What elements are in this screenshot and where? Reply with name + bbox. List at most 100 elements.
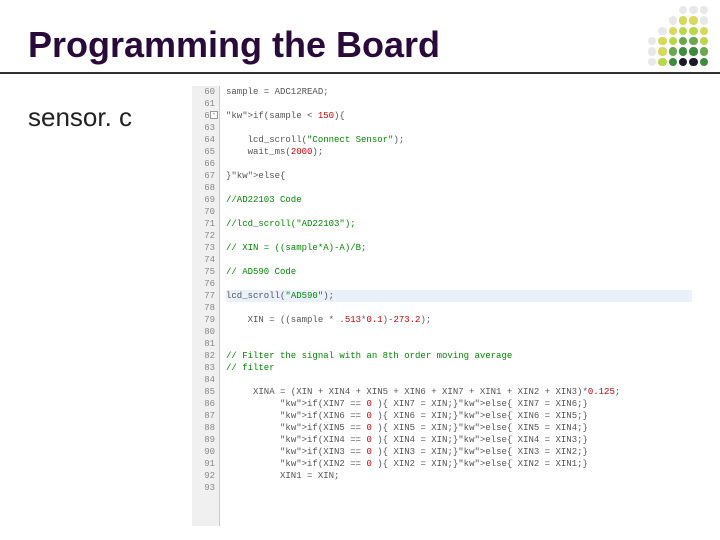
- line-number: 72: [192, 230, 215, 242]
- line-number: 66: [192, 158, 215, 170]
- code-line[interactable]: "kw">if(XIN7 == 0 ){ XIN7 = XIN;}"kw">el…: [226, 398, 692, 410]
- code-line[interactable]: [226, 158, 692, 170]
- code-line[interactable]: [226, 122, 692, 134]
- line-number: 87: [192, 410, 215, 422]
- logo-dot: [700, 6, 708, 14]
- line-number: 78: [192, 302, 215, 314]
- code-line[interactable]: XIN1 = XIN;: [226, 470, 692, 482]
- code-line[interactable]: "kw">if(XIN6 == 0 ){ XIN6 = XIN;}"kw">el…: [226, 410, 692, 422]
- code-line[interactable]: //AD22103 Code: [226, 194, 692, 206]
- code-line[interactable]: [226, 278, 692, 290]
- code-line[interactable]: }"kw">else{: [226, 170, 692, 182]
- code-line[interactable]: "kw">if(XIN4 == 0 ){ XIN4 = XIN;}"kw">el…: [226, 434, 692, 446]
- line-number: 76: [192, 278, 215, 290]
- code-editor[interactable]: 6061626364656667686970717273747576777879…: [192, 86, 692, 526]
- line-number: 71: [192, 218, 215, 230]
- code-line[interactable]: [226, 230, 692, 242]
- line-number: 80: [192, 326, 215, 338]
- code-line[interactable]: "kw">if(XIN5 == 0 ){ XIN5 = XIN;}"kw">el…: [226, 422, 692, 434]
- line-number: 86: [192, 398, 215, 410]
- logo-dot: [669, 16, 677, 24]
- code-line[interactable]: [226, 206, 692, 218]
- logo-dot: [658, 47, 666, 55]
- line-number: 85: [192, 386, 215, 398]
- line-number: 61: [192, 98, 215, 110]
- line-number: 82: [192, 350, 215, 362]
- line-number-gutter: 6061626364656667686970717273747576777879…: [192, 86, 220, 526]
- code-line[interactable]: XIN = ((sample * .513*0.1)-273.2);: [226, 314, 692, 326]
- code-line[interactable]: sample = ADC12READ;: [226, 86, 692, 98]
- logo-dot: [669, 58, 677, 66]
- code-line[interactable]: lcd_scroll("Connect Sensor");: [226, 134, 692, 146]
- logo-dot: [648, 58, 656, 66]
- line-number: 69: [192, 194, 215, 206]
- logo-dot: [669, 47, 677, 55]
- line-number: 79: [192, 314, 215, 326]
- code-line[interactable]: wait_ms(2000);: [226, 146, 692, 158]
- code-line[interactable]: "kw">if(sample < 150){: [226, 110, 692, 122]
- code-line[interactable]: "kw">if(XIN3 == 0 ){ XIN3 = XIN;}"kw">el…: [226, 446, 692, 458]
- code-line[interactable]: [226, 482, 692, 494]
- code-line[interactable]: // filter: [226, 362, 692, 374]
- line-number: 88: [192, 422, 215, 434]
- logo-dot: [658, 27, 666, 35]
- code-line[interactable]: XINA = (XIN + XIN4 + XIN5 + XIN6 + XIN7 …: [226, 386, 692, 398]
- code-line[interactable]: // XIN = ((sample*A)-A)/B;: [226, 242, 692, 254]
- slide-title: Programming the Board: [28, 24, 440, 66]
- code-line[interactable]: [226, 254, 692, 266]
- line-number: 70: [192, 206, 215, 218]
- code-line[interactable]: // Filter the signal with an 8th order m…: [226, 350, 692, 362]
- logo-dot: [679, 47, 687, 55]
- line-number: 64: [192, 134, 215, 146]
- filename-label: sensor. c: [28, 102, 132, 133]
- code-line[interactable]: //lcd_scroll("AD22103");: [226, 218, 692, 230]
- line-number: 81: [192, 338, 215, 350]
- logo-dot: [679, 37, 687, 45]
- code-area[interactable]: sample = ADC12READ;-"kw">if(sample < 150…: [220, 86, 692, 526]
- logo-dot: [689, 16, 697, 24]
- code-line[interactable]: [226, 98, 692, 110]
- logo-dot: [689, 6, 697, 14]
- line-number: 89: [192, 434, 215, 446]
- logo-dots: [648, 6, 708, 66]
- logo-dot: [689, 37, 697, 45]
- code-line[interactable]: // AD590 Code: [226, 266, 692, 278]
- logo-dot: [700, 37, 708, 45]
- logo-dot: [679, 58, 687, 66]
- line-number: 75: [192, 266, 215, 278]
- line-number: 63: [192, 122, 215, 134]
- title-underline: [0, 72, 720, 74]
- logo-dot: [689, 47, 697, 55]
- code-line[interactable]: "kw">if(XIN2 == 0 ){ XIN2 = XIN;}"kw">el…: [226, 458, 692, 470]
- line-number: 77: [192, 290, 215, 302]
- logo-dot: [700, 16, 708, 24]
- line-number: 93: [192, 482, 215, 494]
- logo-dot: [679, 16, 687, 24]
- logo-dot: [669, 37, 677, 45]
- logo-dot: [700, 58, 708, 66]
- line-number: 67: [192, 170, 215, 182]
- logo-dot: [700, 47, 708, 55]
- line-number: 92: [192, 470, 215, 482]
- code-line[interactable]: [226, 182, 692, 194]
- line-number: 84: [192, 374, 215, 386]
- code-line[interactable]: [226, 326, 692, 338]
- line-number: 90: [192, 446, 215, 458]
- logo-dot: [700, 27, 708, 35]
- code-line[interactable]: [226, 338, 692, 350]
- code-line[interactable]: lcd_scroll("AD590");: [226, 290, 692, 302]
- code-line[interactable]: [226, 374, 692, 386]
- line-number: 68: [192, 182, 215, 194]
- logo-dot: [689, 27, 697, 35]
- logo-dot: [689, 58, 697, 66]
- code-line[interactable]: [226, 302, 692, 314]
- logo-dot: [658, 37, 666, 45]
- logo-dot: [648, 37, 656, 45]
- logo-dot: [658, 58, 666, 66]
- logo-dot: [679, 27, 687, 35]
- line-number: 65: [192, 146, 215, 158]
- line-number: 73: [192, 242, 215, 254]
- line-number: 60: [192, 86, 215, 98]
- logo-dot: [669, 27, 677, 35]
- fold-toggle[interactable]: -: [210, 111, 218, 119]
